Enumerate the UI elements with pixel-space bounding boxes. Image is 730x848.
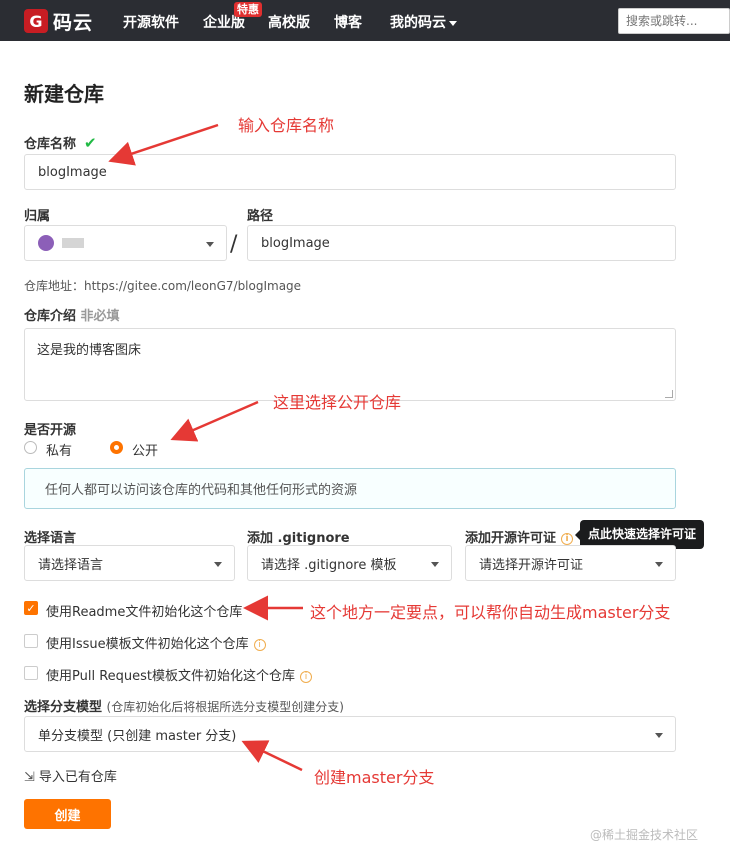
repo-name-label: 仓库名称 ✔ — [24, 133, 97, 152]
visibility-info-text: 任何人都可以访问该仓库的代码和其他任何形式的资源 — [45, 483, 358, 498]
logo-mark: G — [24, 9, 48, 33]
pr-checkbox[interactable] — [24, 666, 38, 680]
import-repo-text: 导入已有仓库 — [38, 770, 117, 785]
radio-public-label[interactable]: 公开 — [132, 440, 158, 459]
branch-model-label-text: 选择分支模型 — [24, 700, 103, 715]
avatar — [38, 235, 54, 251]
check-icon: ✔ — [84, 134, 97, 152]
nav-education[interactable]: 高校版 — [268, 12, 310, 32]
nav-my-gitee[interactable]: 我的码云 — [390, 12, 457, 32]
gitignore-label: 添加 .gitignore — [247, 531, 350, 546]
pr-checkbox-text: 使用Pull Request模板文件初始化这个仓库 — [46, 669, 296, 684]
desc-value: 这是我的博客图床 — [37, 343, 142, 358]
nav-blog[interactable]: 博客 — [334, 12, 362, 32]
language-select[interactable]: 请选择语言 — [24, 545, 235, 581]
radio-private[interactable] — [24, 441, 37, 454]
chevron-down-icon — [206, 242, 214, 247]
radio-private-label[interactable]: 私有 — [46, 440, 72, 459]
radio-public[interactable] — [110, 441, 123, 454]
branch-model-select[interactable]: 单分支模型 (只创建 master 分支) — [24, 716, 676, 752]
language-select-value: 请选择语言 — [38, 557, 104, 573]
annotation-readme: 这个地方一定要点，可以帮你自动生成master分支 — [310, 603, 671, 622]
issue-checkbox[interactable] — [24, 634, 38, 648]
path-input[interactable]: blogImage — [247, 225, 676, 261]
gitignore-select[interactable]: 请选择 .gitignore 模板 — [247, 545, 452, 581]
info-icon[interactable]: i — [253, 638, 266, 651]
watermark: @稀土掘金技术社区 — [590, 828, 699, 842]
open-source-label: 是否开源 — [24, 423, 77, 438]
chevron-down-icon — [214, 562, 222, 567]
nav-open-source[interactable]: 开源软件 — [123, 12, 179, 32]
import-icon: ⇲ — [24, 770, 35, 785]
desc-label: 仓库介绍 非必填 — [24, 305, 120, 324]
branch-model-label: 选择分支模型 (仓库初始化后将根据所选分支模型创建分支) — [24, 696, 344, 715]
license-label: 添加开源许可证 i — [465, 527, 574, 546]
license-select[interactable]: 请选择开源许可证 — [465, 545, 676, 581]
desc-label-text: 仓库介绍 — [24, 309, 77, 324]
license-select-value: 请选择开源许可证 — [479, 557, 584, 573]
readme-checkbox-label[interactable]: 使用Readme文件初始化这个仓库 — [46, 601, 242, 620]
owner-name-blurred — [62, 238, 84, 248]
info-icon[interactable]: i — [300, 670, 313, 683]
arrow-public — [170, 400, 259, 442]
owner-select[interactable] — [24, 225, 227, 261]
path-label: 路径 — [247, 209, 274, 224]
top-nav: G 码云 开源软件 企业版 特惠 高校版 博客 我的码云 — [0, 0, 730, 41]
pr-checkbox-label[interactable]: 使用Pull Request模板文件初始化这个仓库 i — [46, 665, 313, 684]
repo-name-label-text: 仓库名称 — [24, 137, 77, 152]
issue-checkbox-text: 使用Issue模板文件初始化这个仓库 — [46, 637, 249, 652]
language-label: 选择语言 — [24, 531, 77, 546]
chevron-down-icon — [431, 562, 439, 567]
create-button[interactable]: 创建 — [24, 799, 111, 829]
gitignore-select-value: 请选择 .gitignore 模板 — [261, 557, 397, 573]
logo-text: 码云 — [53, 11, 94, 34]
issue-checkbox-label[interactable]: 使用Issue模板文件初始化这个仓库 i — [46, 633, 266, 652]
nav-my-gitee-label: 我的码云 — [390, 15, 446, 31]
page-title: 新建仓库 — [24, 82, 104, 106]
branch-model-value: 单分支模型 (只创建 master 分支) — [38, 728, 237, 744]
annotation-public: 这里选择公开仓库 — [273, 393, 402, 412]
visibility-info-box: 任何人都可以访问该仓库的代码和其他任何形式的资源 — [24, 468, 676, 509]
logo[interactable]: G 码云 — [24, 8, 93, 34]
annotation-master-branch: 创建master分支 — [314, 768, 435, 787]
path-separator: / — [230, 232, 238, 257]
chevron-down-icon — [655, 562, 663, 567]
import-repo-link[interactable]: ⇲ 导入已有仓库 — [24, 766, 117, 785]
desc-optional: 非必填 — [80, 309, 120, 324]
annotation-repo-name: 输入仓库名称 — [238, 116, 335, 135]
branch-model-hint: (仓库初始化后将根据所选分支模型创建分支) — [106, 700, 344, 714]
chevron-down-icon — [655, 733, 663, 738]
repo-url-text: 仓库地址：https://gitee.com/leonG7/blogImage — [24, 279, 302, 293]
resize-handle[interactable] — [665, 390, 673, 398]
license-label-text: 添加开源许可证 — [465, 531, 557, 546]
chevron-down-icon — [449, 20, 457, 26]
promo-badge: 特惠 — [234, 2, 262, 17]
repo-name-input[interactable]: blogImage — [24, 154, 676, 190]
info-icon[interactable]: i — [561, 532, 574, 545]
search-input[interactable] — [618, 8, 730, 34]
owner-label: 归属 — [24, 209, 51, 224]
readme-checkbox[interactable]: ✓ — [24, 601, 38, 615]
